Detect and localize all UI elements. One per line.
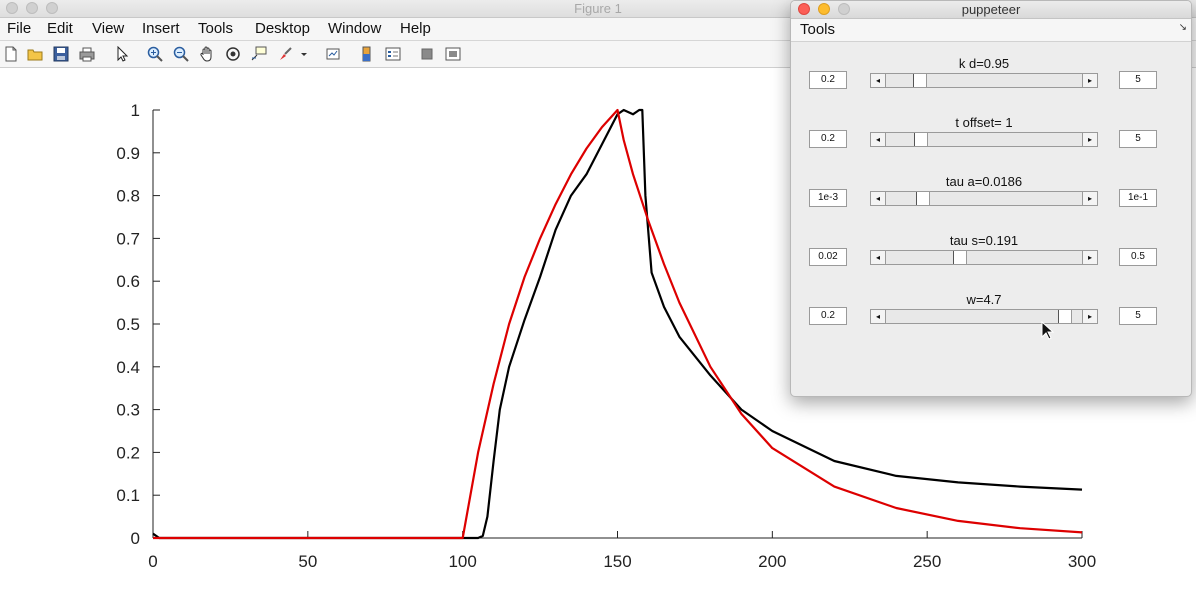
dropdown-arrow-icon[interactable] bbox=[298, 45, 310, 63]
menu-file[interactable]: File bbox=[7, 20, 31, 37]
mouse-pointer-icon bbox=[1041, 320, 1055, 346]
hide-plot-tools-icon[interactable] bbox=[418, 45, 436, 63]
x-tick-label: 50 bbox=[298, 552, 317, 571]
min-input[interactable]: 0.2 bbox=[809, 307, 847, 325]
slider-left-arrow-icon[interactable]: ◂ bbox=[871, 74, 886, 87]
slider-row-t-offset: 0.2 t offset= 1 ◂ ▸ 5 bbox=[791, 110, 1191, 150]
menu-tools[interactable]: Tools bbox=[800, 21, 835, 38]
zoom-out-icon[interactable] bbox=[172, 45, 190, 63]
x-tick-label: 150 bbox=[603, 552, 631, 571]
slider-right-arrow-icon[interactable]: ▸ bbox=[1082, 310, 1097, 323]
rotate-3d-icon[interactable] bbox=[224, 45, 242, 63]
y-tick-label: 0.5 bbox=[116, 315, 140, 334]
max-input[interactable]: 5 bbox=[1119, 130, 1157, 148]
slider-w[interactable]: ◂ ▸ bbox=[870, 309, 1098, 324]
slider-row-w: 0.2 w=4.7 ◂ ▸ 5 bbox=[791, 287, 1191, 327]
max-input[interactable]: 5 bbox=[1119, 71, 1157, 89]
puppeteer-menubar: Tools ↘ bbox=[791, 19, 1191, 42]
menu-desktop[interactable]: Desktop bbox=[255, 20, 310, 37]
max-input[interactable]: 1e-1 bbox=[1119, 189, 1157, 207]
slider-thumb[interactable] bbox=[916, 192, 931, 205]
menu-window[interactable]: Window bbox=[328, 20, 381, 37]
insert-legend-icon[interactable] bbox=[384, 45, 402, 63]
x-tick-label: 200 bbox=[758, 552, 786, 571]
slider-label: w=4.7 bbox=[966, 292, 1002, 307]
x-tick-label: 250 bbox=[913, 552, 941, 571]
data-cursor-icon[interactable] bbox=[250, 45, 268, 63]
slider-t-offset[interactable]: ◂ ▸ bbox=[870, 132, 1098, 147]
puppeteer-window: puppeteer Tools ↘ 0.2 k d=0.95 ◂ ▸ 5 0.2… bbox=[790, 0, 1192, 397]
show-plot-tools-icon[interactable] bbox=[444, 45, 462, 63]
slider-left-arrow-icon[interactable]: ◂ bbox=[871, 251, 886, 264]
slider-left-arrow-icon[interactable]: ◂ bbox=[871, 192, 886, 205]
link-plot-icon[interactable] bbox=[324, 45, 342, 63]
select-arrow-icon[interactable] bbox=[113, 45, 131, 63]
menu-tools[interactable]: Tools bbox=[198, 20, 233, 37]
slider-label: tau s=0.191 bbox=[949, 233, 1019, 248]
min-input[interactable]: 0.02 bbox=[809, 248, 847, 266]
y-tick-label: 0.3 bbox=[116, 401, 140, 420]
y-tick-label: 0.4 bbox=[116, 358, 140, 377]
print-icon[interactable] bbox=[78, 45, 96, 63]
save-icon[interactable] bbox=[52, 45, 70, 63]
slider-k-d[interactable]: ◂ ▸ bbox=[870, 73, 1098, 88]
slider-right-arrow-icon[interactable]: ▸ bbox=[1082, 251, 1097, 264]
menu-help[interactable]: Help bbox=[400, 20, 431, 37]
min-input[interactable]: 0.2 bbox=[809, 130, 847, 148]
slider-row-k-d: 0.2 k d=0.95 ◂ ▸ 5 bbox=[791, 51, 1191, 91]
new-figure-icon[interactable] bbox=[2, 45, 20, 63]
slider-left-arrow-icon[interactable]: ◂ bbox=[871, 133, 886, 146]
slider-thumb[interactable] bbox=[912, 74, 927, 87]
min-input[interactable]: 0.2 bbox=[809, 71, 847, 89]
puppeteer-titlebar: puppeteer bbox=[791, 1, 1191, 19]
slider-label: k d=0.95 bbox=[958, 56, 1010, 71]
insert-colorbar-icon[interactable] bbox=[358, 45, 376, 63]
y-tick-label: 0.7 bbox=[116, 229, 140, 248]
slider-thumb[interactable] bbox=[953, 251, 968, 264]
slider-thumb[interactable] bbox=[914, 133, 929, 146]
min-input[interactable]: 1e-3 bbox=[809, 189, 847, 207]
slider-tau-s[interactable]: ◂ ▸ bbox=[870, 250, 1098, 265]
slider-left-arrow-icon[interactable]: ◂ bbox=[871, 310, 886, 323]
y-tick-label: 0.2 bbox=[116, 443, 140, 462]
y-tick-label: 0.1 bbox=[116, 486, 140, 505]
brush-icon[interactable] bbox=[276, 45, 294, 63]
x-tick-label: 300 bbox=[1068, 552, 1096, 571]
y-tick-label: 0 bbox=[131, 529, 140, 548]
slider-label: tau a=0.0186 bbox=[945, 174, 1023, 189]
slider-tau-a[interactable]: ◂ ▸ bbox=[870, 191, 1098, 206]
y-tick-label: 0.6 bbox=[116, 272, 140, 291]
slider-label: t offset= 1 bbox=[955, 115, 1013, 130]
pan-hand-icon[interactable] bbox=[198, 45, 216, 63]
puppeteer-title: puppeteer bbox=[961, 2, 1021, 17]
menu-view[interactable]: View bbox=[92, 20, 124, 37]
x-tick-label: 100 bbox=[448, 552, 476, 571]
dock-icon[interactable]: ↘ bbox=[1179, 22, 1187, 33]
menu-edit[interactable]: Edit bbox=[47, 20, 73, 37]
slider-right-arrow-icon[interactable]: ▸ bbox=[1082, 133, 1097, 146]
y-tick-label: 1 bbox=[131, 101, 140, 120]
slider-thumb[interactable] bbox=[1057, 310, 1072, 323]
zoom-in-icon[interactable] bbox=[146, 45, 164, 63]
x-tick-label: 0 bbox=[148, 552, 157, 571]
y-tick-label: 0.9 bbox=[116, 144, 140, 163]
max-input[interactable]: 0.5 bbox=[1119, 248, 1157, 266]
open-file-icon[interactable] bbox=[26, 45, 44, 63]
slider-right-arrow-icon[interactable]: ▸ bbox=[1082, 74, 1097, 87]
slider-right-arrow-icon[interactable]: ▸ bbox=[1082, 192, 1097, 205]
y-tick-label: 0.8 bbox=[116, 187, 140, 206]
max-input[interactable]: 5 bbox=[1119, 307, 1157, 325]
menu-insert[interactable]: Insert bbox=[142, 20, 180, 37]
slider-row-tau-s: 0.02 tau s=0.191 ◂ ▸ 0.5 bbox=[791, 228, 1191, 268]
slider-row-tau-a: 1e-3 tau a=0.0186 ◂ ▸ 1e-1 bbox=[791, 169, 1191, 209]
